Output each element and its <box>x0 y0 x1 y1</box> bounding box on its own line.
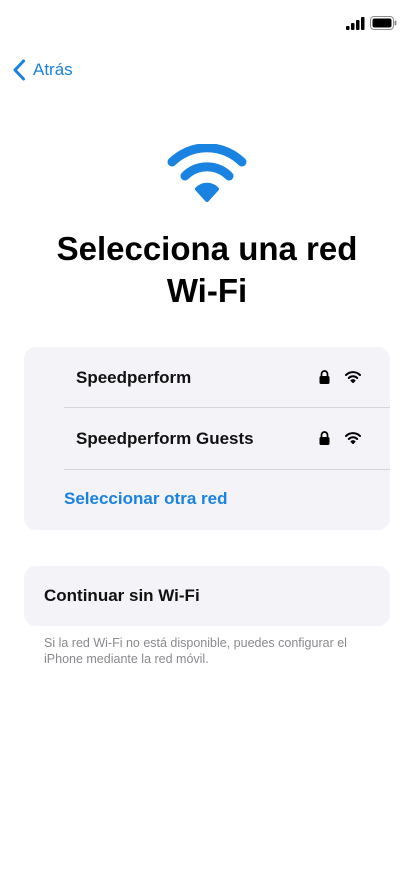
network-item-speedperform-guests[interactable]: Speedperform Guests <box>64 408 390 469</box>
continue-without-wifi-label: Continuar sin Wi-Fi <box>44 586 200 605</box>
cellular-signal-icon <box>346 17 365 30</box>
row-divider <box>64 469 390 470</box>
network-name: Speedperform Guests <box>76 428 254 448</box>
select-other-network-button[interactable]: Seleccionar otra red <box>64 489 227 509</box>
network-item-speedperform[interactable]: Speedperform <box>64 347 390 408</box>
battery-icon <box>370 16 397 30</box>
chevron-left-icon <box>13 59 25 81</box>
wifi-signal-icon <box>345 371 361 383</box>
lock-icon <box>319 370 330 384</box>
network-list: Speedperform Speedperform Guests Selecci… <box>24 347 390 530</box>
wifi-icon <box>167 144 247 202</box>
network-name: Speedperform <box>76 367 192 387</box>
wifi-signal-icon <box>345 432 361 444</box>
status-bar <box>0 0 414 48</box>
back-button[interactable]: Atrás <box>12 58 73 82</box>
footnote-text: Si la red Wi-Fi no está disponible, pued… <box>44 636 347 666</box>
back-label: Atrás <box>33 60 73 79</box>
lock-icon <box>319 431 330 445</box>
page-title: Selecciona una red Wi-Fi <box>56 230 358 309</box>
continue-without-wifi-button[interactable]: Continuar sin Wi-Fi <box>24 566 390 626</box>
